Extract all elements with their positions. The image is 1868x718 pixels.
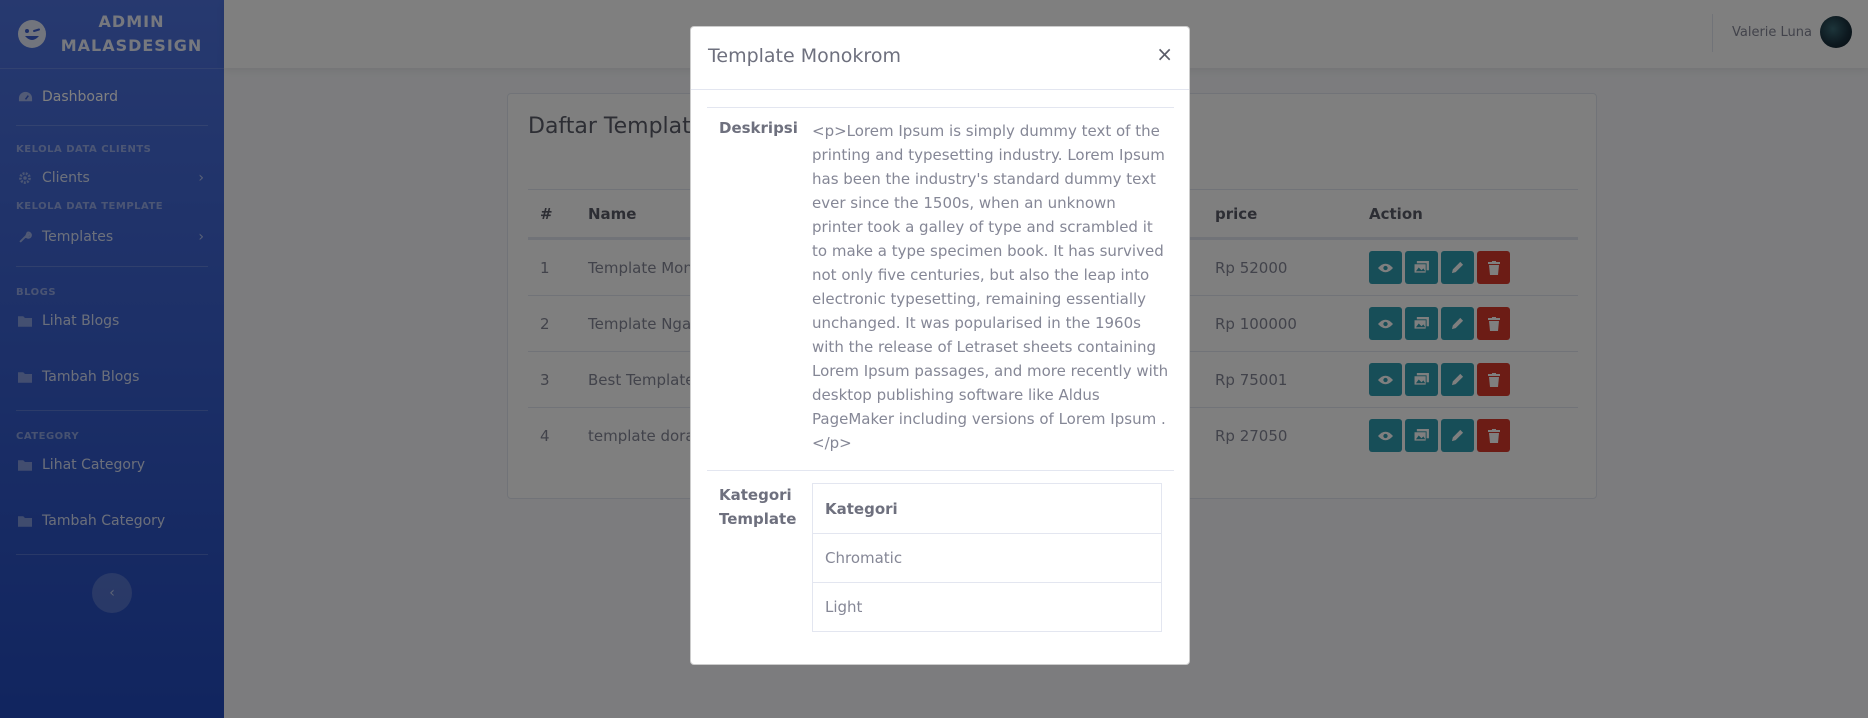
kategori-header: Kategori — [825, 499, 898, 518]
kategori-label-line-2: Template — [719, 510, 797, 528]
kategori-item: Chromatic — [813, 533, 1161, 582]
modal-title: Template Monokrom — [708, 45, 901, 67]
kategori-table: Kategori Chromatic Light — [812, 483, 1162, 632]
kategori-label: Kategori Template — [719, 483, 799, 531]
kategori-item: Light — [813, 582, 1161, 631]
kategori-row: Kategori Template Kategori Chromatic Lig… — [707, 471, 1174, 632]
modal-header: Template Monokrom × — [691, 27, 1189, 90]
description-row: Deskripsi <p>Lorem Ipsum is simply dummy… — [707, 107, 1174, 471]
template-detail-modal: Template Monokrom × Deskripsi <p>Lorem I… — [690, 26, 1190, 665]
description-text: <p>Lorem Ipsum is simply dummy text of t… — [812, 122, 1169, 452]
description-label: Deskripsi — [719, 119, 798, 137]
close-button[interactable]: × — [1156, 42, 1173, 66]
kategori-label-line-1: Kategori — [719, 486, 792, 504]
